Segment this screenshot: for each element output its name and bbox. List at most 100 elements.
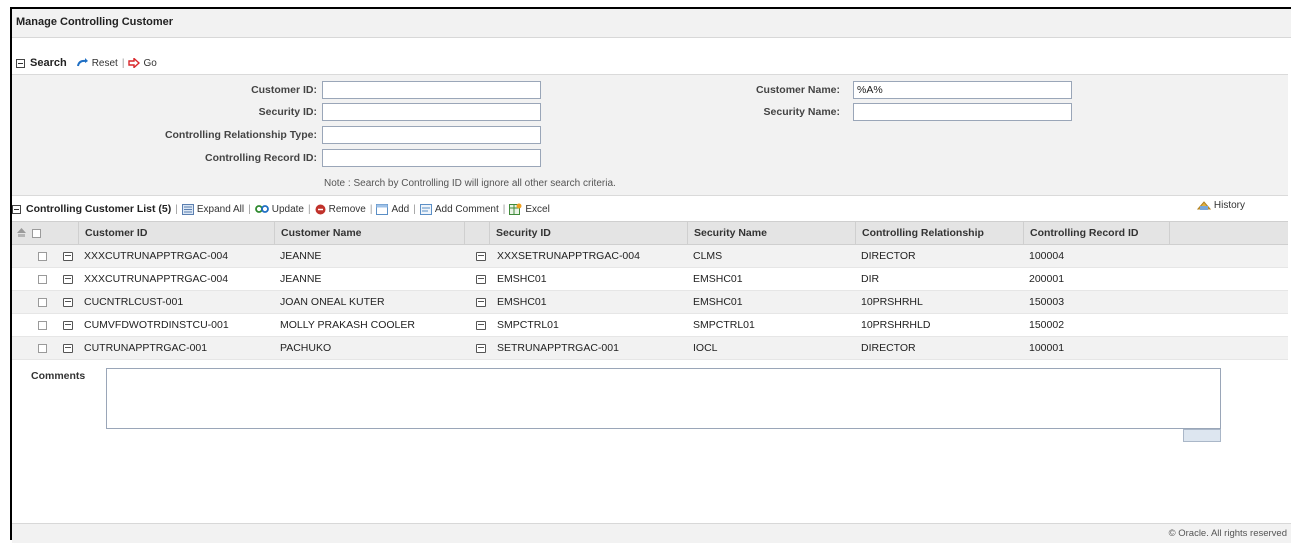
customer-detail-icon[interactable] [63,321,73,330]
cell-controlling-relationship: DIRECTOR [861,250,916,262]
expand-all-button[interactable]: Expand All [181,203,245,215]
cell-security-name: EMSHC01 [693,296,743,308]
comments-label: Comments [31,370,86,382]
row-checkbox[interactable] [38,275,47,284]
list-toolbar: Controlling Customer List (5) | Expand A… [12,199,1291,219]
collapse-search-icon[interactable] [16,58,25,68]
comments-textarea[interactable] [106,368,1221,429]
security-detail-icon[interactable] [476,298,486,307]
col-header-controlling-relationship[interactable]: Controlling Relationship [855,222,1023,244]
search-toolbar: Search Reset | Go [16,53,1291,73]
reset-button[interactable]: Reset [76,57,118,69]
row-checkbox[interactable] [38,252,47,261]
reset-label: Reset [91,57,118,69]
sort-icon[interactable] [16,228,27,238]
col-header-security-id[interactable]: Security ID [489,222,687,244]
security-id-input[interactable] [322,103,541,121]
row-checkbox[interactable] [38,321,47,330]
security-name-input[interactable] [853,103,1072,121]
col-header-controlling-record-id[interactable]: Controlling Record ID [1023,222,1169,244]
security-name-label: Security Name: [763,106,840,118]
copyright-text: © Oracle. All rights reserved [1168,528,1287,539]
table-row[interactable]: CUCNTRLCUST-001 JOAN ONEAL KUTER EMSHC01… [12,291,1288,314]
cell-controlling-record-id: 200001 [1029,273,1065,285]
security-detail-icon[interactable] [476,275,486,284]
search-note: Note : Search by Controlling ID will ign… [324,178,616,189]
add-comment-label: Add Comment [434,203,499,215]
cell-controlling-relationship: DIRECTOR [861,342,916,354]
customer-name-input[interactable] [853,81,1072,99]
cell-customer-id[interactable]: CUMVFDWOTRDINSTCU-001 [84,314,229,336]
cell-controlling-relationship: DIR [861,273,880,285]
add-button[interactable]: Add [376,203,410,215]
collapse-list-icon[interactable] [12,204,21,214]
col-header-security-name[interactable]: Security Name [687,222,855,244]
cell-customer-id[interactable]: XXXCUTRUNAPPTRGAC-004 [84,268,228,290]
col-header-customer-id[interactable]: Customer ID [78,222,274,244]
remove-button[interactable]: Remove [315,204,366,215]
cell-controlling-record-id: 150002 [1029,319,1065,331]
customer-detail-icon[interactable] [63,298,73,307]
customer-id-input[interactable] [322,81,541,99]
table-row[interactable]: XXXCUTRUNAPPTRGAC-004 JEANNE XXXSETRUNAP… [12,245,1288,268]
cell-customer-name: JOAN ONEAL KUTER [280,296,385,308]
update-label: Update [271,203,304,215]
excel-label: Excel [525,203,550,215]
row-checkbox[interactable] [38,298,47,307]
security-detail-icon[interactable] [476,321,486,330]
cell-customer-name: MOLLY PRAKASH COOLER [280,319,415,331]
cell-customer-name: JEANNE [280,250,322,262]
update-icon [254,205,269,213]
cell-controlling-record-id: 150003 [1029,296,1065,308]
security-detail-icon[interactable] [476,344,486,353]
go-button[interactable]: Go [128,57,157,69]
customer-detail-icon[interactable] [63,344,73,353]
cell-customer-id[interactable]: CUCNTRLCUST-001 [84,291,183,313]
update-button[interactable]: Update [254,203,304,215]
cell-controlling-relationship: 10PRSHRHLD [861,319,931,331]
excel-button[interactable]: Excel [509,203,550,215]
expand-all-label: Expand All [196,203,245,215]
table-row[interactable]: CUTRUNAPPTRGAC-001 PACHUKO SETRUNAPPTRGA… [12,337,1288,360]
cell-controlling-record-id: 100004 [1029,250,1065,262]
excel-icon [509,203,522,215]
history-button[interactable]: History [1196,200,1245,211]
search-panel: Customer ID: Security ID: Controlling Re… [12,74,1288,196]
add-icon [376,203,389,215]
list-title: Controlling Customer List (5) [26,203,172,215]
customer-detail-icon[interactable] [63,275,73,284]
customer-detail-icon[interactable] [63,252,73,261]
history-label: History [1213,200,1245,211]
cell-security-id[interactable]: XXXSETRUNAPPTRGAC-004 [497,245,640,267]
footer: © Oracle. All rights reserved [12,523,1291,543]
col-header-blank [464,222,489,244]
table-row[interactable]: XXXCUTRUNAPPTRGAC-004 JEANNE EMSHC01 EMS… [12,268,1288,291]
remove-icon [315,204,326,214]
cell-security-id[interactable]: SETRUNAPPTRGAC-001 [497,337,619,359]
cell-customer-id[interactable]: XXXCUTRUNAPPTRGAC-004 [84,245,228,267]
go-label: Go [143,57,157,69]
security-detail-icon[interactable] [476,252,486,261]
customer-name-label: Customer Name: [755,84,840,96]
col-header-customer-name[interactable]: Customer Name [274,222,464,244]
select-all-checkbox[interactable] [32,229,41,238]
cell-customer-name: JEANNE [280,273,322,285]
grid-header: Customer ID Customer Name Security ID Se… [12,221,1288,245]
cell-security-id[interactable]: SMPCTRL01 [497,314,559,336]
controlling-record-id-input[interactable] [322,149,541,167]
add-label: Add [391,203,410,215]
cell-security-id[interactable]: EMSHC01 [497,291,547,313]
table-row[interactable]: CUMVFDWOTRDINSTCU-001 MOLLY PRAKASH COOL… [12,314,1288,337]
add-comment-button[interactable]: Add Comment [419,203,499,215]
security-id-label: Security ID: [258,106,317,118]
cell-security-id[interactable]: EMSHC01 [497,268,547,290]
remove-label: Remove [328,203,366,215]
controlling-record-id-label: Controlling Record ID: [205,152,317,164]
controlling-relationship-type-input[interactable] [322,126,541,144]
cell-security-name: IOCL [693,342,718,354]
cell-controlling-relationship: 10PRSHRHL [861,296,923,308]
cell-customer-id[interactable]: CUTRUNAPPTRGAC-001 [84,337,207,359]
history-icon [1196,201,1211,210]
row-checkbox[interactable] [38,344,47,353]
comments-resize-handle[interactable] [1183,429,1221,442]
